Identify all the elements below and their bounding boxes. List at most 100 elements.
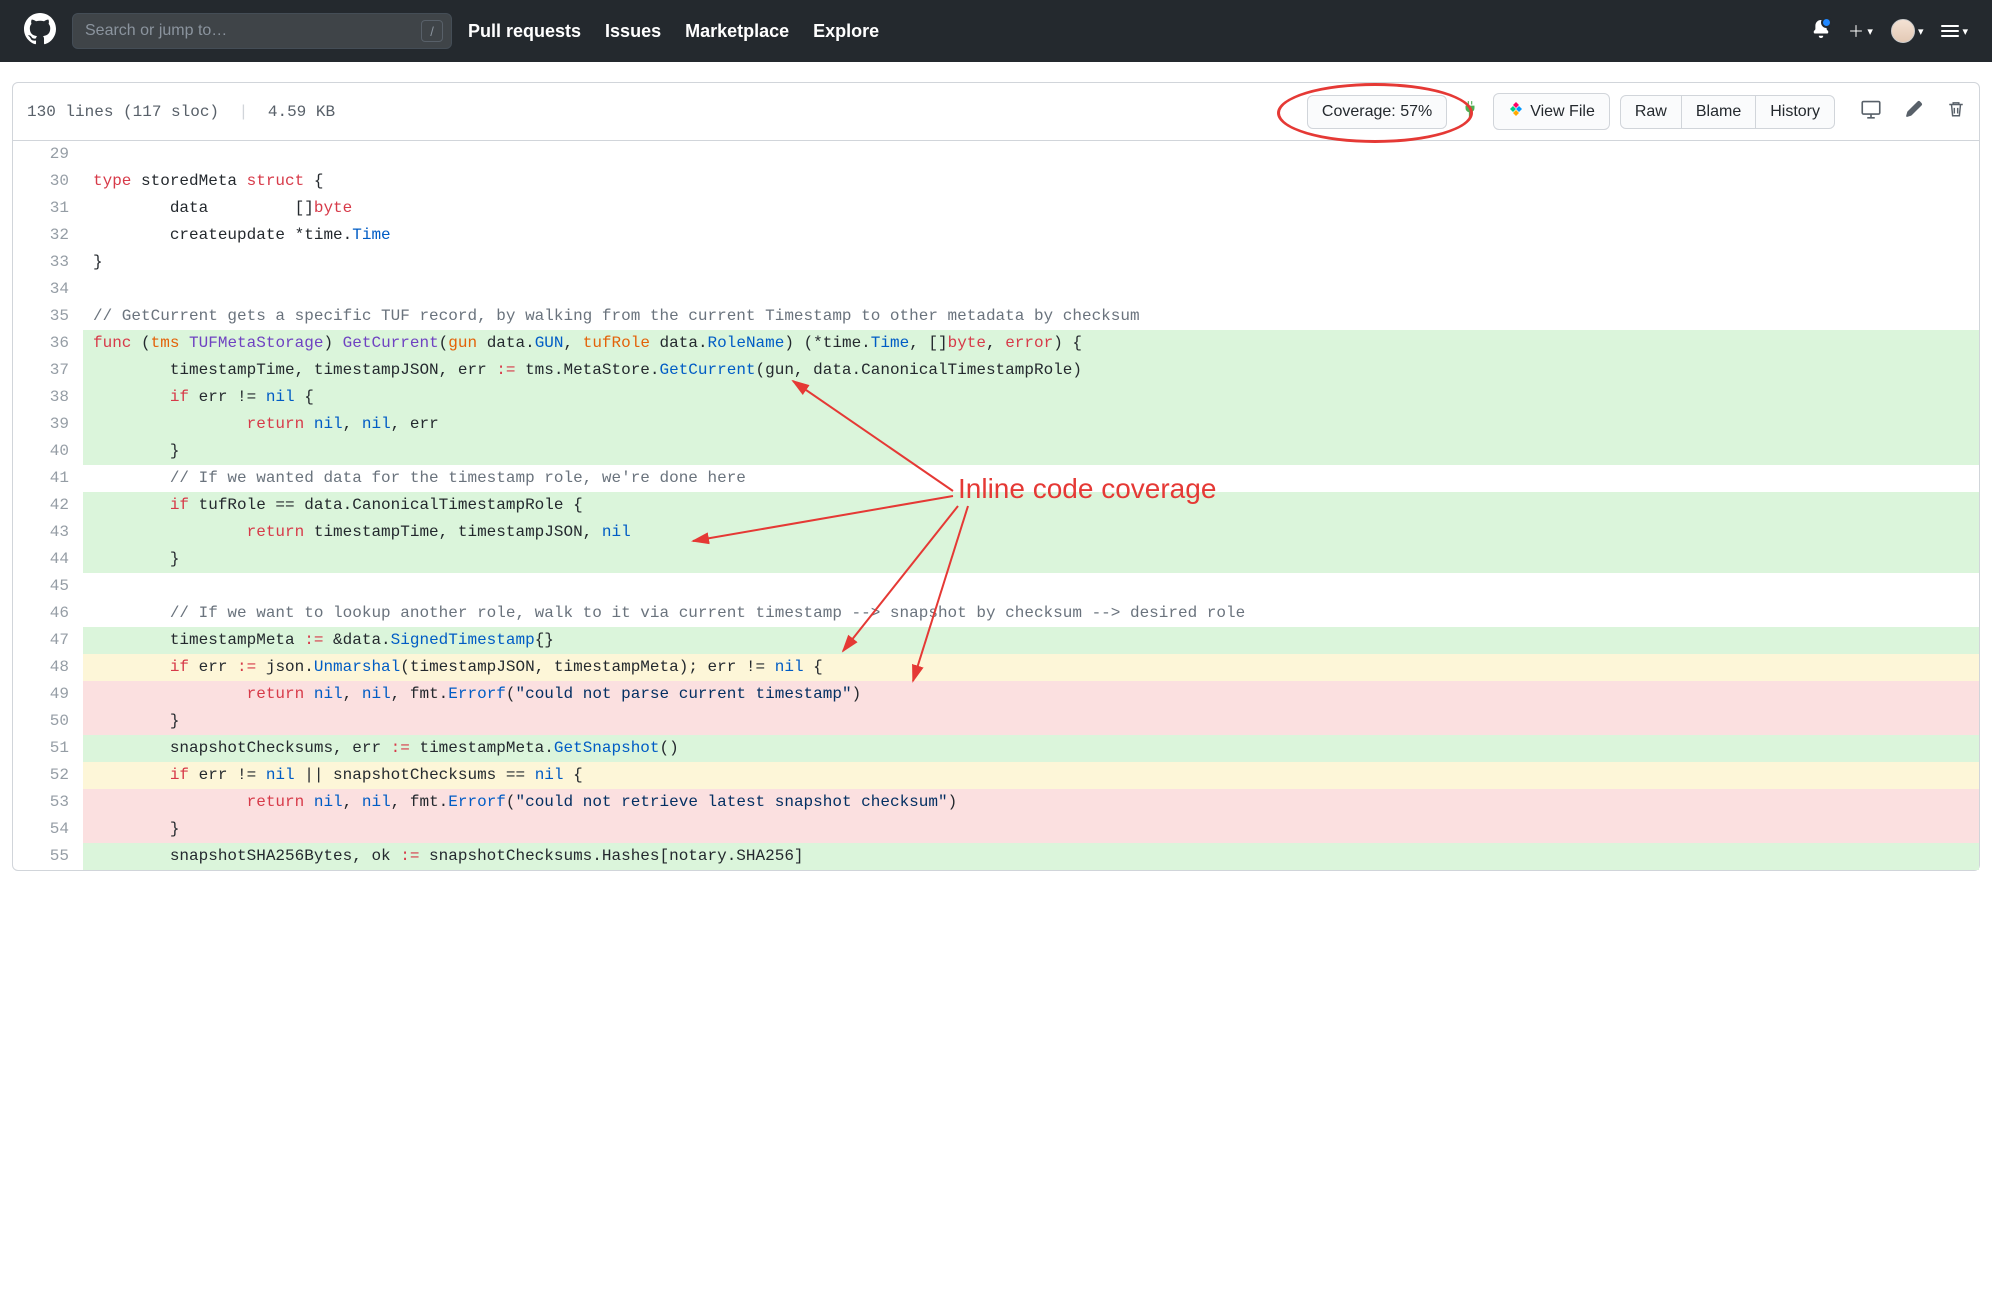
line-content[interactable]: } <box>83 708 1979 735</box>
line-content[interactable]: // If we want to lookup another role, wa… <box>83 600 1979 627</box>
nav-issues[interactable]: Issues <box>605 21 661 42</box>
line-content[interactable]: type storedMeta struct { <box>83 168 1979 195</box>
code-line: 33} <box>13 249 1979 276</box>
code-line: 44 } <box>13 546 1979 573</box>
code-line: 55 snapshotSHA256Bytes, ok := snapshotCh… <box>13 843 1979 870</box>
view-file-button[interactable]: View File <box>1493 93 1610 130</box>
code-line: 48 if err := json.Unmarshal(timestampJSO… <box>13 654 1979 681</box>
line-number[interactable]: 53 <box>13 789 83 816</box>
raw-button[interactable]: Raw <box>1620 95 1682 129</box>
line-number[interactable]: 39 <box>13 411 83 438</box>
file-toolbar: 130 lines (117 sloc) | 4.59 KB Coverage:… <box>13 83 1979 141</box>
line-content[interactable]: return nil, nil, err <box>83 411 1979 438</box>
code-line: 52 if err != nil || snapshotChecksums ==… <box>13 762 1979 789</box>
caret-down-icon: ▾ <box>1867 25 1873 38</box>
line-number[interactable]: 54 <box>13 816 83 843</box>
line-content[interactable]: } <box>83 249 1979 276</box>
github-logo-icon[interactable] <box>24 13 56 50</box>
history-button[interactable]: History <box>1755 95 1835 129</box>
nav-explore[interactable]: Explore <box>813 21 879 42</box>
line-number[interactable]: 45 <box>13 573 83 600</box>
line-number[interactable]: 48 <box>13 654 83 681</box>
line-number[interactable]: 30 <box>13 168 83 195</box>
line-content[interactable]: timestampTime, timestampJSON, err := tms… <box>83 357 1979 384</box>
line-number[interactable]: 33 <box>13 249 83 276</box>
line-number[interactable]: 44 <box>13 546 83 573</box>
line-content[interactable]: if err := json.Unmarshal(timestampJSON, … <box>83 654 1979 681</box>
line-number[interactable]: 37 <box>13 357 83 384</box>
code-line: 47 timestampMeta := &data.SignedTimestam… <box>13 627 1979 654</box>
global-header: Search or jump to… / Pull requests Issue… <box>0 0 1992 62</box>
line-number[interactable]: 40 <box>13 438 83 465</box>
line-number[interactable]: 29 <box>13 141 83 168</box>
trash-icon[interactable] <box>1947 100 1965 123</box>
hamburger-menu[interactable]: ▾ <box>1941 25 1968 38</box>
line-content[interactable]: } <box>83 546 1979 573</box>
code-line: 40 } <box>13 438 1979 465</box>
line-number[interactable]: 47 <box>13 627 83 654</box>
line-content[interactable]: if err != nil || snapshotChecksums == ni… <box>83 762 1979 789</box>
line-number[interactable]: 41 <box>13 465 83 492</box>
code-line: 53 return nil, nil, fmt.Errorf("could no… <box>13 789 1979 816</box>
codecov-icon <box>1508 101 1524 122</box>
line-number[interactable]: 34 <box>13 276 83 303</box>
code-line: 38 if err != nil { <box>13 384 1979 411</box>
line-content[interactable]: } <box>83 816 1979 843</box>
line-content[interactable]: // GetCurrent gets a specific TUF record… <box>83 303 1979 330</box>
line-content[interactable]: createupdate *time.Time <box>83 222 1979 249</box>
line-number[interactable]: 32 <box>13 222 83 249</box>
coverage-button[interactable]: Coverage: 57% <box>1307 95 1447 129</box>
line-content[interactable]: data []byte <box>83 195 1979 222</box>
line-number[interactable]: 31 <box>13 195 83 222</box>
line-content[interactable]: if tufRole == data.CanonicalTimestampRol… <box>83 492 1979 519</box>
pencil-icon[interactable] <box>1905 100 1923 123</box>
notifications-icon[interactable] <box>1812 20 1830 43</box>
line-content[interactable]: return nil, nil, fmt.Errorf("could not p… <box>83 681 1979 708</box>
coverage-label: Coverage: 57% <box>1322 103 1432 121</box>
line-content[interactable]: if err != nil { <box>83 384 1979 411</box>
header-right: ▾ ▾ ▾ <box>1812 19 1968 43</box>
line-number[interactable]: 52 <box>13 762 83 789</box>
line-number[interactable]: 35 <box>13 303 83 330</box>
code-line: 36func (tms TUFMetaStorage) GetCurrent(g… <box>13 330 1979 357</box>
code-line: 37 timestampTime, timestampJSON, err := … <box>13 357 1979 384</box>
line-content[interactable]: } <box>83 438 1979 465</box>
caret-down-icon: ▾ <box>1918 25 1924 38</box>
search-input[interactable]: Search or jump to… / <box>72 13 452 49</box>
nav-marketplace[interactable]: Marketplace <box>685 21 789 42</box>
line-content[interactable] <box>83 141 1979 168</box>
blame-button[interactable]: Blame <box>1681 95 1756 129</box>
code-line: 43 return timestampTime, timestampJSON, … <box>13 519 1979 546</box>
line-content[interactable]: return nil, nil, fmt.Errorf("could not r… <box>83 789 1979 816</box>
line-content[interactable] <box>83 276 1979 303</box>
create-menu[interactable]: ▾ <box>1848 23 1873 39</box>
line-number[interactable]: 49 <box>13 681 83 708</box>
tool-icons <box>1861 99 1965 124</box>
caret-down-icon: ▾ <box>1962 25 1968 38</box>
line-content[interactable]: func (tms TUFMetaStorage) GetCurrent(gun… <box>83 330 1979 357</box>
line-content[interactable]: snapshotSHA256Bytes, ok := snapshotCheck… <box>83 843 1979 870</box>
line-number[interactable]: 42 <box>13 492 83 519</box>
line-content[interactable]: timestampMeta := &data.SignedTimestamp{} <box>83 627 1979 654</box>
line-content[interactable]: snapshotChecksums, err := timestampMeta.… <box>83 735 1979 762</box>
line-number[interactable]: 55 <box>13 843 83 870</box>
desktop-icon[interactable] <box>1861 99 1881 124</box>
code-line: 51 snapshotChecksums, err := timestampMe… <box>13 735 1979 762</box>
user-menu[interactable]: ▾ <box>1891 19 1924 43</box>
line-content[interactable]: return timestampTime, timestampJSON, nil <box>83 519 1979 546</box>
separator: | <box>239 103 249 121</box>
code-line: 54 } <box>13 816 1979 843</box>
line-number[interactable]: 50 <box>13 708 83 735</box>
line-content[interactable] <box>83 573 1979 600</box>
nav-pulls[interactable]: Pull requests <box>468 21 581 42</box>
line-number[interactable]: 46 <box>13 600 83 627</box>
plug-icon[interactable] <box>1457 100 1483 123</box>
line-number[interactable]: 36 <box>13 330 83 357</box>
code-line: 46 // If we want to lookup another role,… <box>13 600 1979 627</box>
search-placeholder: Search or jump to… <box>85 22 227 40</box>
line-number[interactable]: 38 <box>13 384 83 411</box>
line-content[interactable]: // If we wanted data for the timestamp r… <box>83 465 1979 492</box>
line-number[interactable]: 43 <box>13 519 83 546</box>
file-actions-group: Raw Blame History <box>1620 95 1835 129</box>
line-number[interactable]: 51 <box>13 735 83 762</box>
